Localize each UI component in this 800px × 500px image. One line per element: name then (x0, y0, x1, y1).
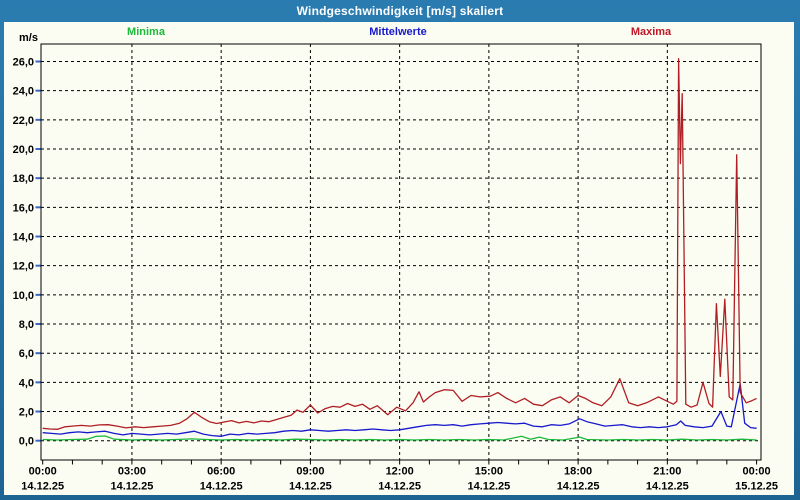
window-frame: Windgeschwindigkeit [m/s] skaliert Minim… (0, 0, 800, 500)
svg-text:22,0: 22,0 (13, 115, 34, 127)
svg-text:0,0: 0,0 (19, 436, 34, 448)
svg-text:09:00: 09:00 (296, 466, 324, 478)
svg-text:06:00: 06:00 (207, 466, 235, 478)
svg-text:18,0: 18,0 (13, 173, 34, 185)
svg-text:15.12.25: 15.12.25 (735, 481, 778, 493)
svg-text:24,0: 24,0 (13, 86, 34, 98)
svg-text:10,0: 10,0 (13, 290, 34, 302)
svg-text:18:00: 18:00 (564, 466, 592, 478)
svg-text:16,0: 16,0 (13, 202, 34, 214)
svg-text:8,0: 8,0 (19, 319, 34, 331)
svg-text:00:00: 00:00 (29, 466, 57, 478)
svg-text:14.12.25: 14.12.25 (378, 481, 421, 493)
svg-text:03:00: 03:00 (118, 466, 146, 478)
svg-text:20,0: 20,0 (13, 144, 34, 156)
svg-text:12:00: 12:00 (386, 466, 414, 478)
svg-text:6,0: 6,0 (19, 348, 34, 360)
svg-text:14.12.25: 14.12.25 (21, 481, 64, 493)
svg-text:14,0: 14,0 (13, 232, 34, 244)
svg-text:14.12.25: 14.12.25 (646, 481, 689, 493)
svg-text:m/s: m/s (19, 32, 38, 44)
svg-text:14.12.25: 14.12.25 (557, 481, 600, 493)
svg-text:15:00: 15:00 (475, 466, 503, 478)
wind-speed-line-chart: 0,0 2,0 4,0 6,0 8,0 10,0 12,0 14,0 16,0 18,0 20,0 2… (13, 32, 778, 493)
svg-text:14.12.25: 14.12.25 (467, 481, 510, 493)
svg-text:00:00: 00:00 (743, 466, 771, 478)
svg-text:12,0: 12,0 (13, 261, 34, 273)
svg-text:21:00: 21:00 (653, 466, 681, 478)
svg-text:4,0: 4,0 (19, 377, 34, 389)
svg-text:26,0: 26,0 (13, 56, 34, 68)
svg-text:14.12.25: 14.12.25 (200, 481, 243, 493)
svg-text:2,0: 2,0 (19, 407, 34, 419)
svg-text:14.12.25: 14.12.25 (289, 481, 332, 493)
svg-text:14.12.25: 14.12.25 (111, 481, 154, 493)
